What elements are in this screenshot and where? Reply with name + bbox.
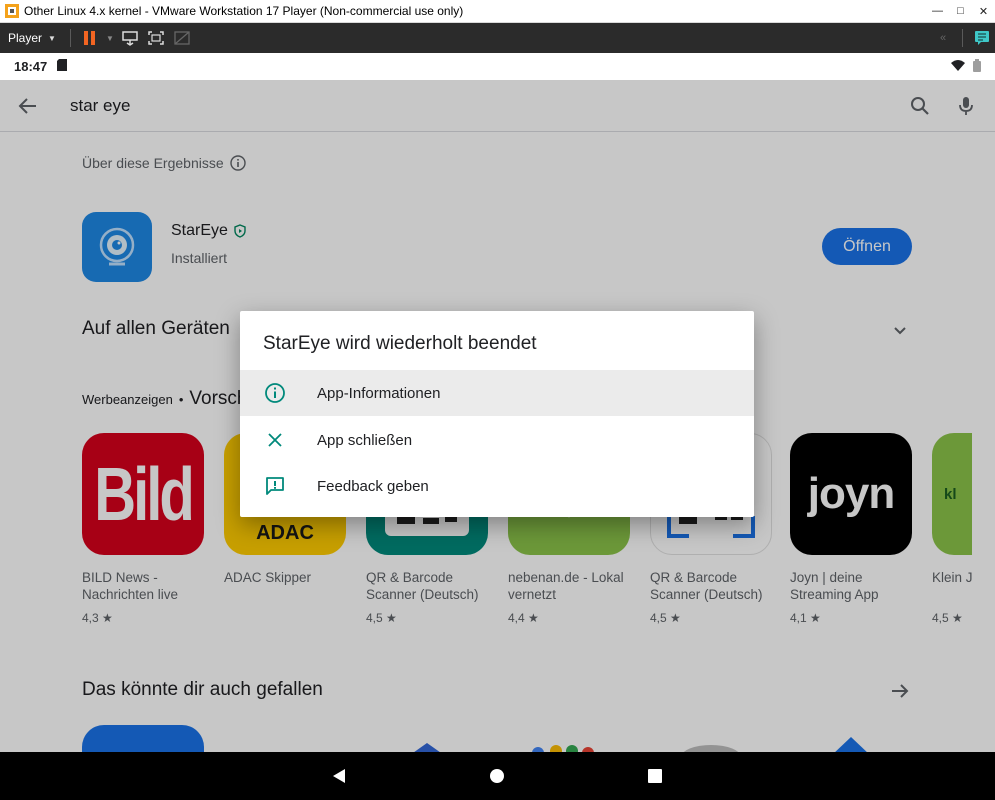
vmware-logo-icon bbox=[4, 3, 20, 19]
pause-icon bbox=[83, 31, 95, 45]
square-recents-icon bbox=[648, 769, 662, 783]
player-menu-label: Player bbox=[8, 31, 43, 45]
window-title: Other Linux 4.x kernel - VMware Workstat… bbox=[24, 4, 464, 18]
nav-back-button[interactable] bbox=[327, 764, 351, 788]
navigation-bar bbox=[0, 752, 995, 800]
feedback-icon bbox=[240, 475, 310, 497]
send-feedback-label: Feedback geben bbox=[317, 477, 429, 495]
battery-icon bbox=[973, 58, 981, 75]
collapse-toolbar-button[interactable]: « bbox=[930, 23, 956, 53]
minimize-button[interactable]: — bbox=[926, 0, 949, 23]
triangle-back-icon bbox=[333, 769, 345, 783]
pause-button[interactable] bbox=[77, 23, 103, 53]
app-info-label: App-Informationen bbox=[317, 384, 441, 402]
app-crash-dialog: StarEye wird wiederholt beendet App-Info… bbox=[240, 311, 754, 517]
nav-home-button[interactable] bbox=[485, 764, 509, 788]
wifi-icon bbox=[951, 59, 965, 74]
status-bar: 18:47 bbox=[0, 53, 995, 80]
dialog-title: StarEye wird wiederholt beendet bbox=[263, 333, 537, 354]
android-screen: 18:47 star eye Über diese Ergebnisse Sta… bbox=[0, 53, 995, 800]
close-icon bbox=[240, 432, 310, 448]
maximize-button[interactable]: □ bbox=[949, 0, 972, 23]
close-app-option[interactable]: App schließen bbox=[240, 417, 754, 463]
toolbar-divider bbox=[69, 29, 71, 47]
nav-recents-button[interactable] bbox=[643, 764, 667, 788]
chevron-down-icon: ▼ bbox=[48, 33, 56, 43]
unity-icon bbox=[174, 31, 190, 45]
sd-card-icon bbox=[57, 59, 68, 74]
chevron-down-icon: ▼ bbox=[105, 33, 114, 43]
app-info-option[interactable]: App-Informationen bbox=[240, 370, 754, 416]
clock: 18:47 bbox=[14, 59, 48, 74]
info-icon bbox=[240, 382, 310, 404]
toolbar-divider bbox=[962, 29, 963, 47]
player-menu[interactable]: Player ▼ bbox=[0, 23, 64, 53]
fullscreen-icon bbox=[148, 31, 164, 45]
pause-dropdown[interactable]: ▼ bbox=[103, 23, 117, 53]
circle-home-icon bbox=[490, 769, 504, 783]
send-ctrl-alt-del-button[interactable] bbox=[117, 23, 143, 53]
send-feedback-option[interactable]: Feedback geben bbox=[240, 463, 754, 509]
vm-toolbar: Player ▼ ▼ « bbox=[0, 23, 995, 53]
send-keys-icon bbox=[122, 31, 138, 46]
message-log-button[interactable] bbox=[969, 23, 995, 53]
vm-titlebar: Other Linux 4.x kernel - VMware Workstat… bbox=[0, 0, 995, 23]
double-chevron-left-icon: « bbox=[939, 32, 947, 44]
message-icon bbox=[975, 31, 989, 45]
fullscreen-button[interactable] bbox=[143, 23, 169, 53]
close-app-label: App schließen bbox=[317, 431, 413, 449]
unity-button[interactable] bbox=[169, 23, 195, 53]
close-window-button[interactable]: ✕ bbox=[972, 0, 995, 23]
